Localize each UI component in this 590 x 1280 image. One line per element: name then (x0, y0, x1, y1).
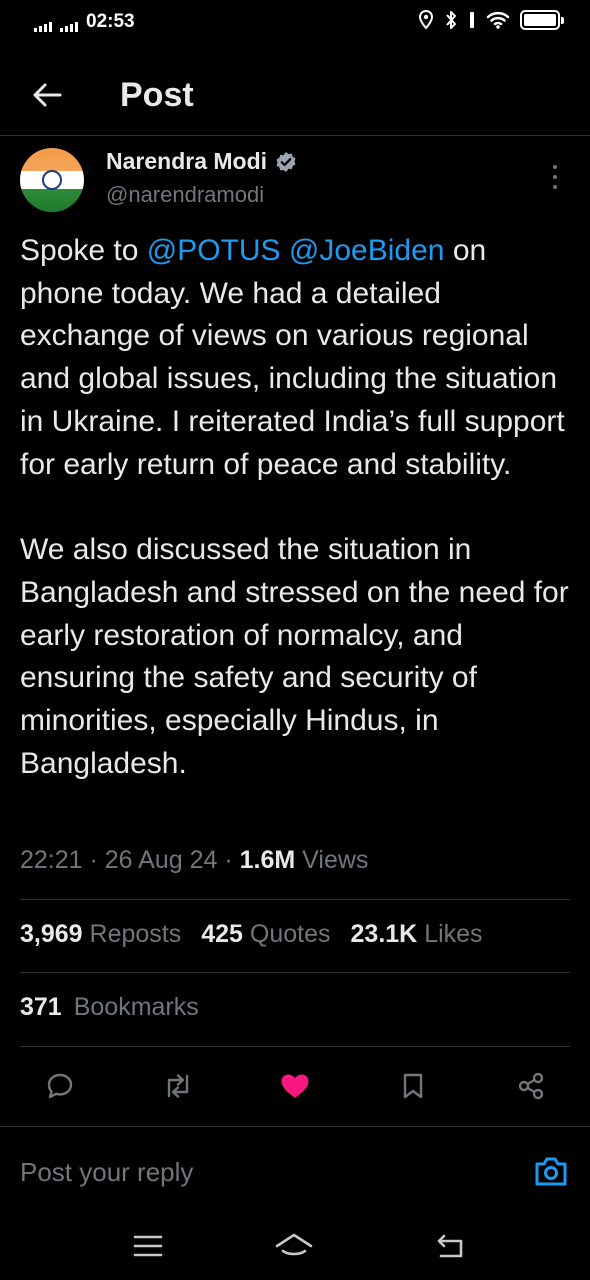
meta-dot: · (217, 846, 240, 874)
wifi-icon (486, 12, 510, 29)
menu-icon (133, 1235, 163, 1257)
bookmarks-stat[interactable]: 371 Bookmarks (20, 993, 199, 1022)
post-meta: 22:21 · 26 Aug 24 · 1.6M Views (20, 846, 368, 875)
battery-icon (520, 10, 564, 30)
home-nav-button[interactable] (274, 1226, 314, 1266)
divider (20, 972, 570, 973)
share-icon (518, 1072, 544, 1100)
location-icon (418, 10, 434, 30)
post-paragraph: We also discussed the situation in Bangl… (20, 529, 576, 785)
post-paragraph: Spoke to @POTUS @JoeBiden on phone today… (20, 230, 576, 486)
mention-joebiden[interactable]: @JoeBiden (289, 234, 445, 267)
divider (20, 899, 570, 900)
system-nav-bar (0, 1210, 590, 1280)
like-icon (281, 1074, 309, 1098)
top-header: Post (0, 60, 590, 136)
views-label: Views (302, 846, 369, 874)
author-name-row: Narendra Modi (106, 148, 297, 175)
back-nav-button[interactable] (430, 1226, 470, 1266)
status-right (418, 10, 564, 30)
status-left: 02:53 (34, 12, 135, 32)
repost-button[interactable] (156, 1064, 200, 1108)
bookmarks-label: Bookmarks (73, 993, 199, 1021)
signal-icon (34, 20, 52, 32)
quotes-label: Quotes (249, 920, 331, 948)
reply-button[interactable] (38, 1064, 82, 1108)
reposts-count: 3,969 (20, 920, 83, 948)
status-bar: 02:53 (0, 0, 590, 44)
engagement-stats: 3,969 Reposts 425 Quotes 23.1K Likes (20, 920, 483, 949)
author-row: Narendra Modi @narendramodi (20, 148, 570, 218)
camera-icon[interactable] (532, 1152, 570, 1190)
back-icon (437, 1234, 463, 1258)
reply-input[interactable] (20, 1152, 500, 1192)
likes-stat[interactable]: 23.1K Likes (351, 920, 483, 949)
post-date: 26 Aug 24 (104, 846, 218, 874)
post-text: Spoke to @POTUS @JoeBiden on phone today… (20, 230, 576, 785)
text-segment: on phone today. We had a detailed exchan… (20, 234, 565, 481)
page-title: Post (120, 76, 194, 114)
divider (20, 1046, 570, 1047)
verified-badge-icon[interactable] (275, 151, 297, 173)
more-options-icon[interactable] (542, 162, 568, 192)
vibrate-icon (470, 12, 474, 28)
text-segment (281, 234, 289, 267)
avatar[interactable] (20, 148, 84, 212)
reply-icon (47, 1073, 73, 1099)
bookmark-button[interactable] (391, 1064, 435, 1108)
author-name[interactable]: Narendra Modi (106, 148, 267, 175)
bookmark-icon (403, 1073, 423, 1099)
signal-icon-2 (60, 20, 78, 32)
quotes-stat[interactable]: 425 Quotes (201, 920, 330, 949)
repost-icon (167, 1074, 189, 1098)
bookmarks-count: 371 (20, 993, 62, 1021)
menu-nav-button[interactable] (128, 1226, 168, 1266)
bluetooth-icon (446, 11, 456, 29)
views-count: 1.6M (239, 846, 296, 874)
text-segment: Spoke to (20, 234, 147, 267)
mention-potus[interactable]: @POTUS (147, 234, 281, 267)
likes-label: Likes (424, 920, 483, 948)
divider (0, 1126, 590, 1127)
home-icon (275, 1233, 313, 1256)
action-bar (20, 1064, 570, 1108)
flag-chakra (42, 170, 62, 190)
quotes-count: 425 (201, 920, 243, 948)
reposts-stat[interactable]: 3,969 Reposts (20, 920, 181, 949)
text-segment: We also discussed the situation in Bangl… (20, 533, 569, 780)
meta-dot: · (82, 846, 105, 874)
status-time: 02:53 (86, 11, 135, 32)
post-time: 22:21 (20, 846, 83, 874)
reposts-label: Reposts (89, 920, 182, 948)
author-handle[interactable]: @narendramodi (106, 182, 264, 208)
likes-count: 23.1K (350, 920, 418, 948)
back-arrow-icon[interactable] (30, 78, 64, 112)
share-button[interactable] (509, 1064, 553, 1108)
like-button[interactable] (273, 1064, 317, 1108)
